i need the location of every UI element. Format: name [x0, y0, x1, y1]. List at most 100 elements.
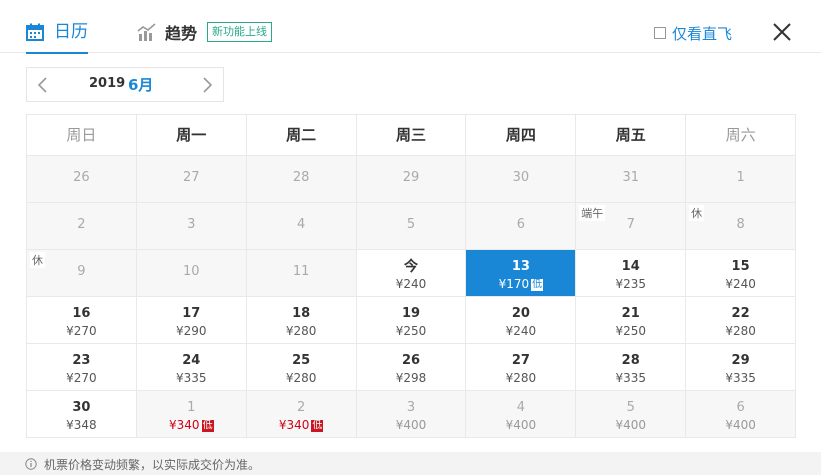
day-price: ¥240	[357, 276, 466, 292]
day-cell-today[interactable]: 今 ¥240	[356, 250, 467, 297]
direct-only-label[interactable]: 仅看直飞	[672, 23, 732, 44]
day-number: 3	[406, 400, 416, 415]
price-value: ¥250	[615, 324, 646, 338]
day-number: 5	[406, 217, 416, 232]
day-cell[interactable]: 4 ¥400	[466, 391, 577, 438]
day-cell[interactable]: 29 ¥335	[686, 344, 797, 391]
price-value: ¥240	[725, 277, 756, 291]
price-value: ¥240	[505, 324, 537, 338]
day-cell: 6	[466, 203, 577, 250]
day-number: 13	[511, 259, 530, 274]
day-number: 2	[77, 217, 86, 232]
tab-calendar[interactable]: 日历	[26, 21, 88, 54]
day-cell[interactable]: 28 ¥335	[576, 344, 687, 391]
day-price: ¥400	[686, 417, 795, 433]
price-value: ¥335	[176, 371, 207, 385]
weekday-header: 周日	[27, 115, 137, 156]
day-number: 今	[404, 259, 418, 275]
day-cell[interactable]: 23 ¥270	[27, 344, 137, 391]
prev-month-chevron-icon[interactable]	[35, 76, 51, 94]
day-cell[interactable]: 15 ¥240	[686, 250, 797, 297]
day-price: ¥400	[576, 417, 685, 433]
day-number: 26	[401, 353, 421, 368]
day-cell[interactable]: 27 ¥280	[466, 344, 577, 391]
day-cell[interactable]: 2 ¥340 低	[246, 391, 357, 438]
day-cell[interactable]: 26 ¥298	[356, 344, 467, 391]
next-month-chevron-icon[interactable]	[199, 76, 215, 94]
direct-only-checkbox[interactable]	[654, 27, 666, 39]
day-cell: 11	[246, 250, 357, 297]
day-cell: 1	[686, 156, 797, 203]
holiday-tag: 端午	[579, 205, 606, 221]
day-number: 17	[182, 306, 201, 321]
day-cell[interactable]: 16 ¥270	[27, 297, 137, 344]
day-cell[interactable]: 1 ¥340 低	[136, 391, 247, 438]
day-number: 10	[183, 264, 200, 279]
day-number: 30	[72, 400, 91, 415]
day-cell: 28	[246, 156, 357, 203]
day-cell[interactable]: 24 ¥335	[136, 344, 247, 391]
day-cell[interactable]: 21 ¥250	[576, 297, 687, 344]
day-number: 6	[736, 400, 745, 415]
day-price: ¥280	[686, 323, 795, 339]
price-value: ¥280	[285, 371, 317, 385]
day-cell: 端午 7	[576, 203, 687, 250]
holiday-tag: 休	[30, 252, 45, 268]
day-price: ¥290	[137, 323, 246, 339]
day-cell: 5	[356, 203, 467, 250]
day-number: 14	[621, 259, 640, 274]
day-number: 25	[292, 353, 311, 368]
day-cell[interactable]: 14 ¥235	[576, 250, 687, 297]
day-number: 3	[187, 217, 196, 232]
close-icon[interactable]	[771, 21, 793, 43]
price-value: ¥280	[505, 371, 537, 385]
day-number: 19	[401, 306, 421, 321]
day-cell[interactable]: 19 ¥250	[356, 297, 467, 344]
day-cell[interactable]: 6 ¥400	[686, 391, 797, 438]
price-disclaimer: 机票价格变动频繁，以实际成交价为准。	[44, 458, 261, 472]
weekday-header: 周一	[136, 115, 247, 156]
day-number: 27	[511, 353, 530, 368]
week-row: 2 3 4 5 6 端午 7 休 8	[27, 203, 797, 250]
month-navigator: 2019 6月	[26, 67, 224, 102]
price-value: ¥335	[725, 371, 756, 385]
day-price: ¥335	[137, 370, 246, 386]
day-price: ¥240	[686, 276, 795, 292]
tab-trend[interactable]: 趋势 新功能上线	[137, 21, 273, 43]
day-price: ¥280	[466, 370, 575, 386]
day-cell-selected[interactable]: 13 ¥170 低	[466, 250, 577, 297]
weekday-header: 周三	[356, 115, 467, 156]
day-cell[interactable]: 5 ¥400	[576, 391, 687, 438]
day-cell[interactable]: 20 ¥240	[466, 297, 577, 344]
direct-flight-filter[interactable]: 仅看直飞	[654, 22, 732, 44]
day-cell[interactable]: 30 ¥348	[27, 391, 137, 438]
day-cell: 31	[576, 156, 687, 203]
price-value: ¥170	[498, 277, 530, 291]
day-price: ¥235	[576, 276, 685, 292]
week-row: 16 ¥270 17 ¥290 18 ¥280 19 ¥250 20 ¥240 21 ¥250 22 ¥2…	[27, 297, 797, 344]
day-cell: 4	[246, 203, 357, 250]
day-cell: 30	[466, 156, 577, 203]
day-cell[interactable]: 17 ¥290	[136, 297, 247, 344]
day-cell: 3	[136, 203, 247, 250]
day-cell: 2	[27, 203, 137, 250]
price-value: ¥335	[615, 371, 646, 385]
day-cell[interactable]: 3 ¥400	[356, 391, 467, 438]
month-label: 6月	[128, 76, 154, 94]
day-cell[interactable]: 25 ¥280	[246, 344, 357, 391]
day-cell: 26	[27, 156, 137, 203]
day-number: 27	[183, 170, 200, 185]
day-price: ¥335	[686, 370, 795, 386]
lowest-price-badge: 低	[311, 420, 324, 432]
price-value: ¥348	[66, 418, 97, 432]
day-price: ¥240	[466, 323, 575, 339]
price-value: ¥400	[615, 418, 646, 432]
day-cell[interactable]: 22 ¥280	[686, 297, 797, 344]
day-price: ¥400	[357, 417, 466, 433]
price-value: ¥298	[395, 371, 427, 385]
day-number: 31	[622, 170, 639, 185]
active-tab-underline	[26, 52, 88, 54]
day-cell[interactable]: 18 ¥280	[246, 297, 357, 344]
weekday-header: 周六	[686, 115, 797, 156]
day-number: 30	[512, 170, 530, 185]
